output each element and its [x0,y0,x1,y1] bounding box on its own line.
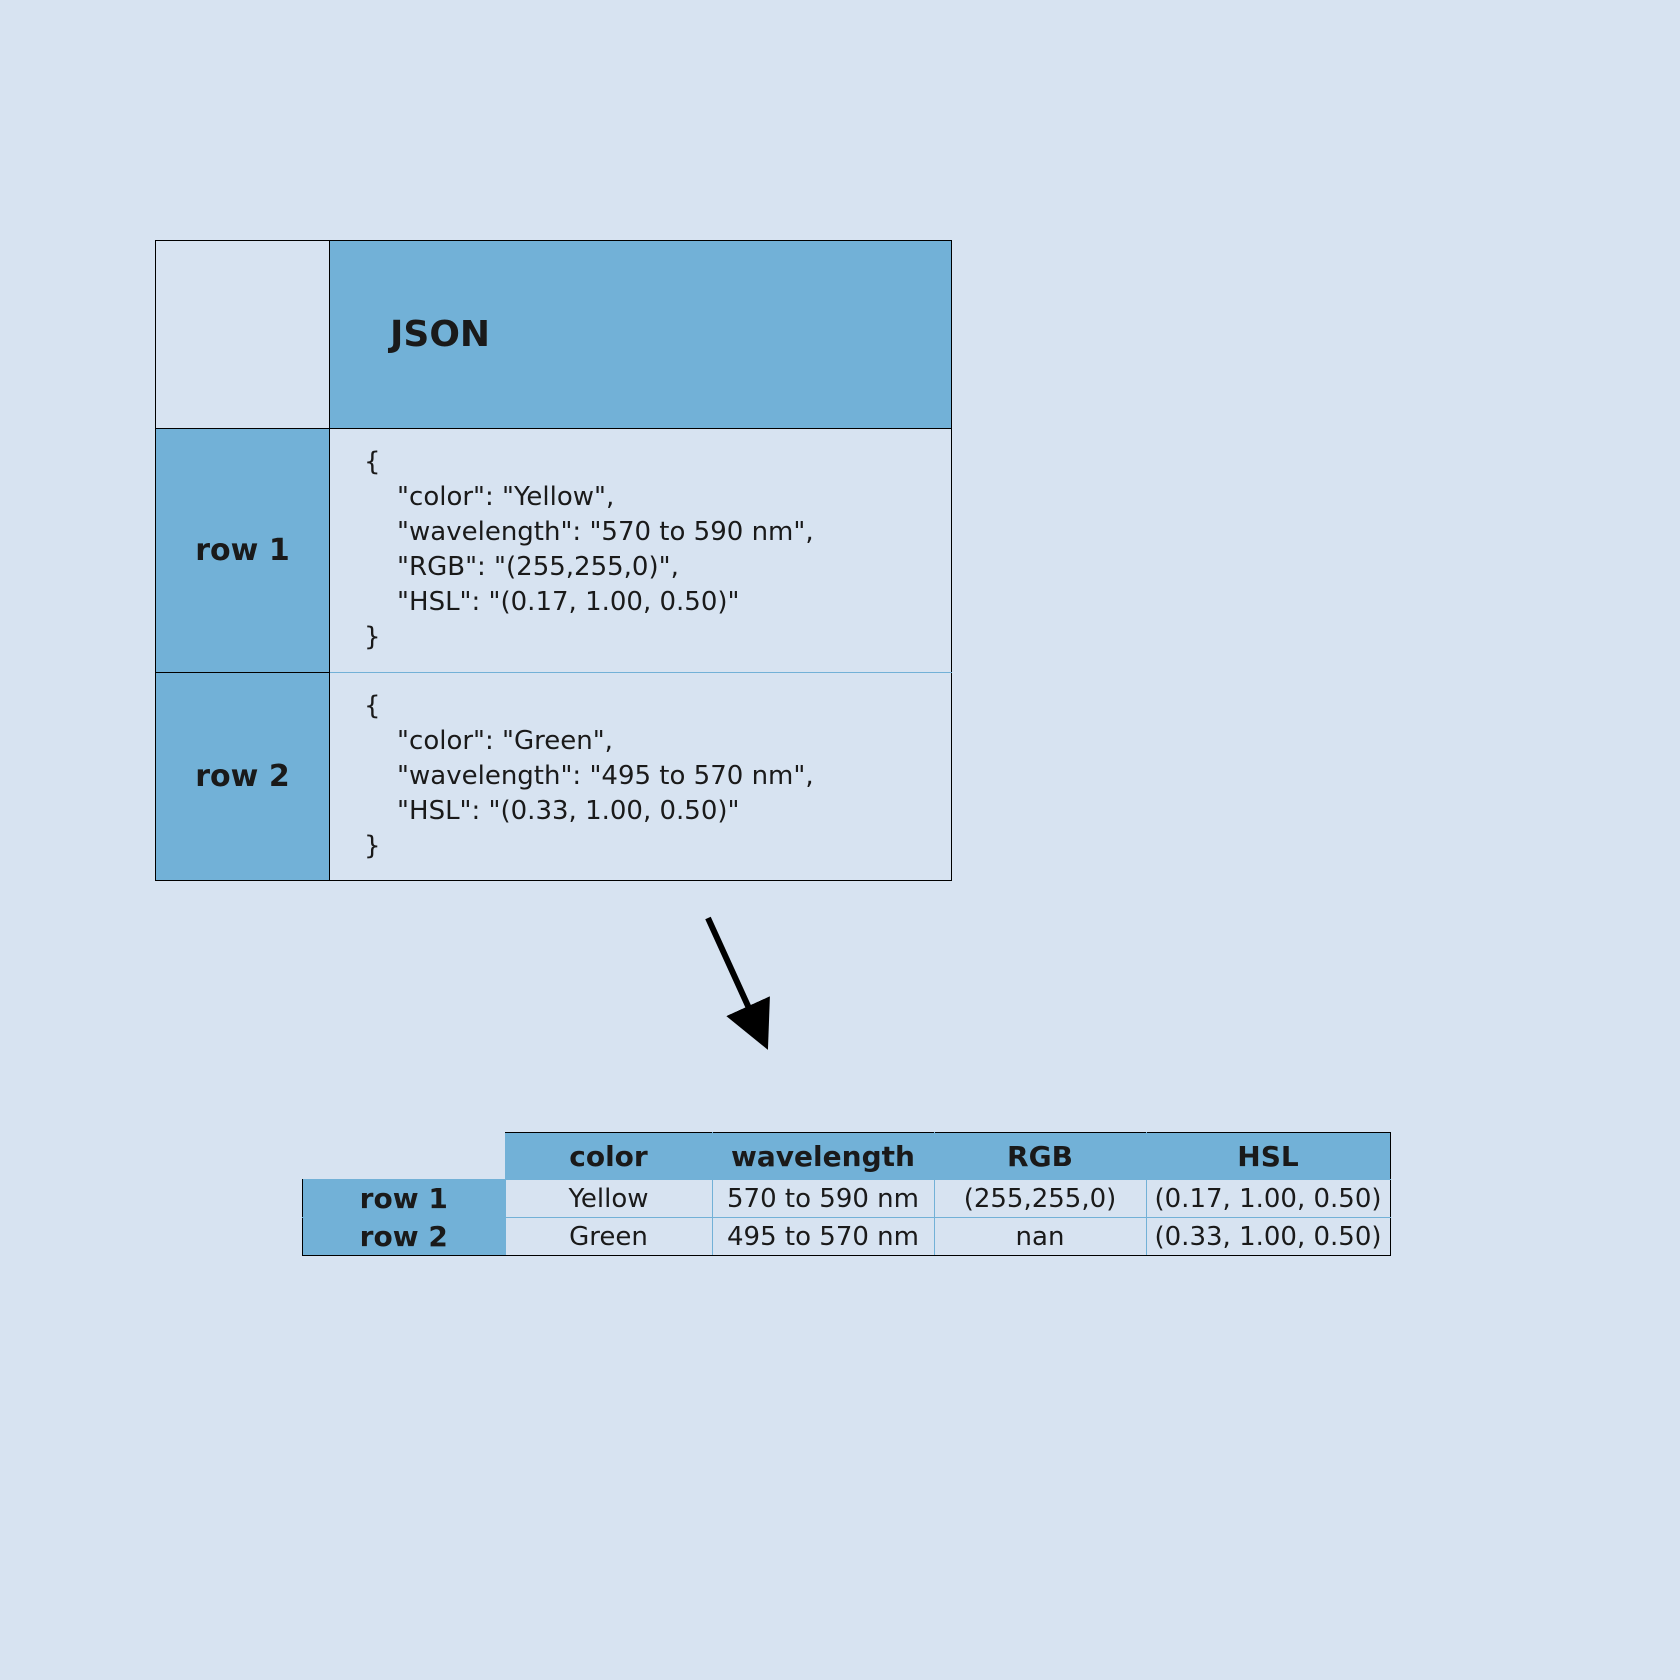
data-table-corner [303,1133,506,1180]
data-cell: (0.33, 1.00, 0.50) [1146,1218,1390,1256]
json-row-content: { "color": "Green", "wavelength": "495 t… [330,672,952,880]
json-source-table: JSON row 1 { "color": "Yellow", "wavelen… [155,240,952,881]
json-table-corner [156,241,330,429]
data-table-column-header: HSL [1146,1133,1390,1180]
data-cell: (255,255,0) [934,1180,1146,1218]
json-row-content: { "color": "Yellow", "wavelength": "570 … [330,429,952,673]
result-data-table: color wavelength RGB HSL row 1 Yellow 57… [302,1132,1391,1256]
data-table-column-header: RGB [934,1133,1146,1180]
json-table-row: row 1 { "color": "Yellow", "wavelength":… [156,429,952,673]
data-table-row: row 2 Green 495 to 570 nm nan (0.33, 1.0… [303,1218,1391,1256]
data-cell: Yellow [505,1180,712,1218]
data-table-column-header: color [505,1133,712,1180]
json-table-column-header: JSON [330,241,952,429]
data-table-column-header: wavelength [712,1133,934,1180]
data-row-label: row 1 [303,1180,506,1218]
data-cell: Green [505,1218,712,1256]
data-cell: 495 to 570 nm [712,1218,934,1256]
data-table-row: row 1 Yellow 570 to 590 nm (255,255,0) (… [303,1180,1391,1218]
json-table-row: row 2 { "color": "Green", "wavelength": … [156,672,952,880]
arrow-down-right-icon [690,910,790,1050]
data-cell: nan [934,1218,1146,1256]
data-row-label: row 2 [303,1218,506,1256]
diagram-canvas: JSON row 1 { "color": "Yellow", "wavelen… [0,0,1680,1680]
json-row-label: row 2 [156,672,330,880]
data-cell: 570 to 590 nm [712,1180,934,1218]
json-row-label: row 1 [156,429,330,673]
data-cell: (0.17, 1.00, 0.50) [1146,1180,1390,1218]
